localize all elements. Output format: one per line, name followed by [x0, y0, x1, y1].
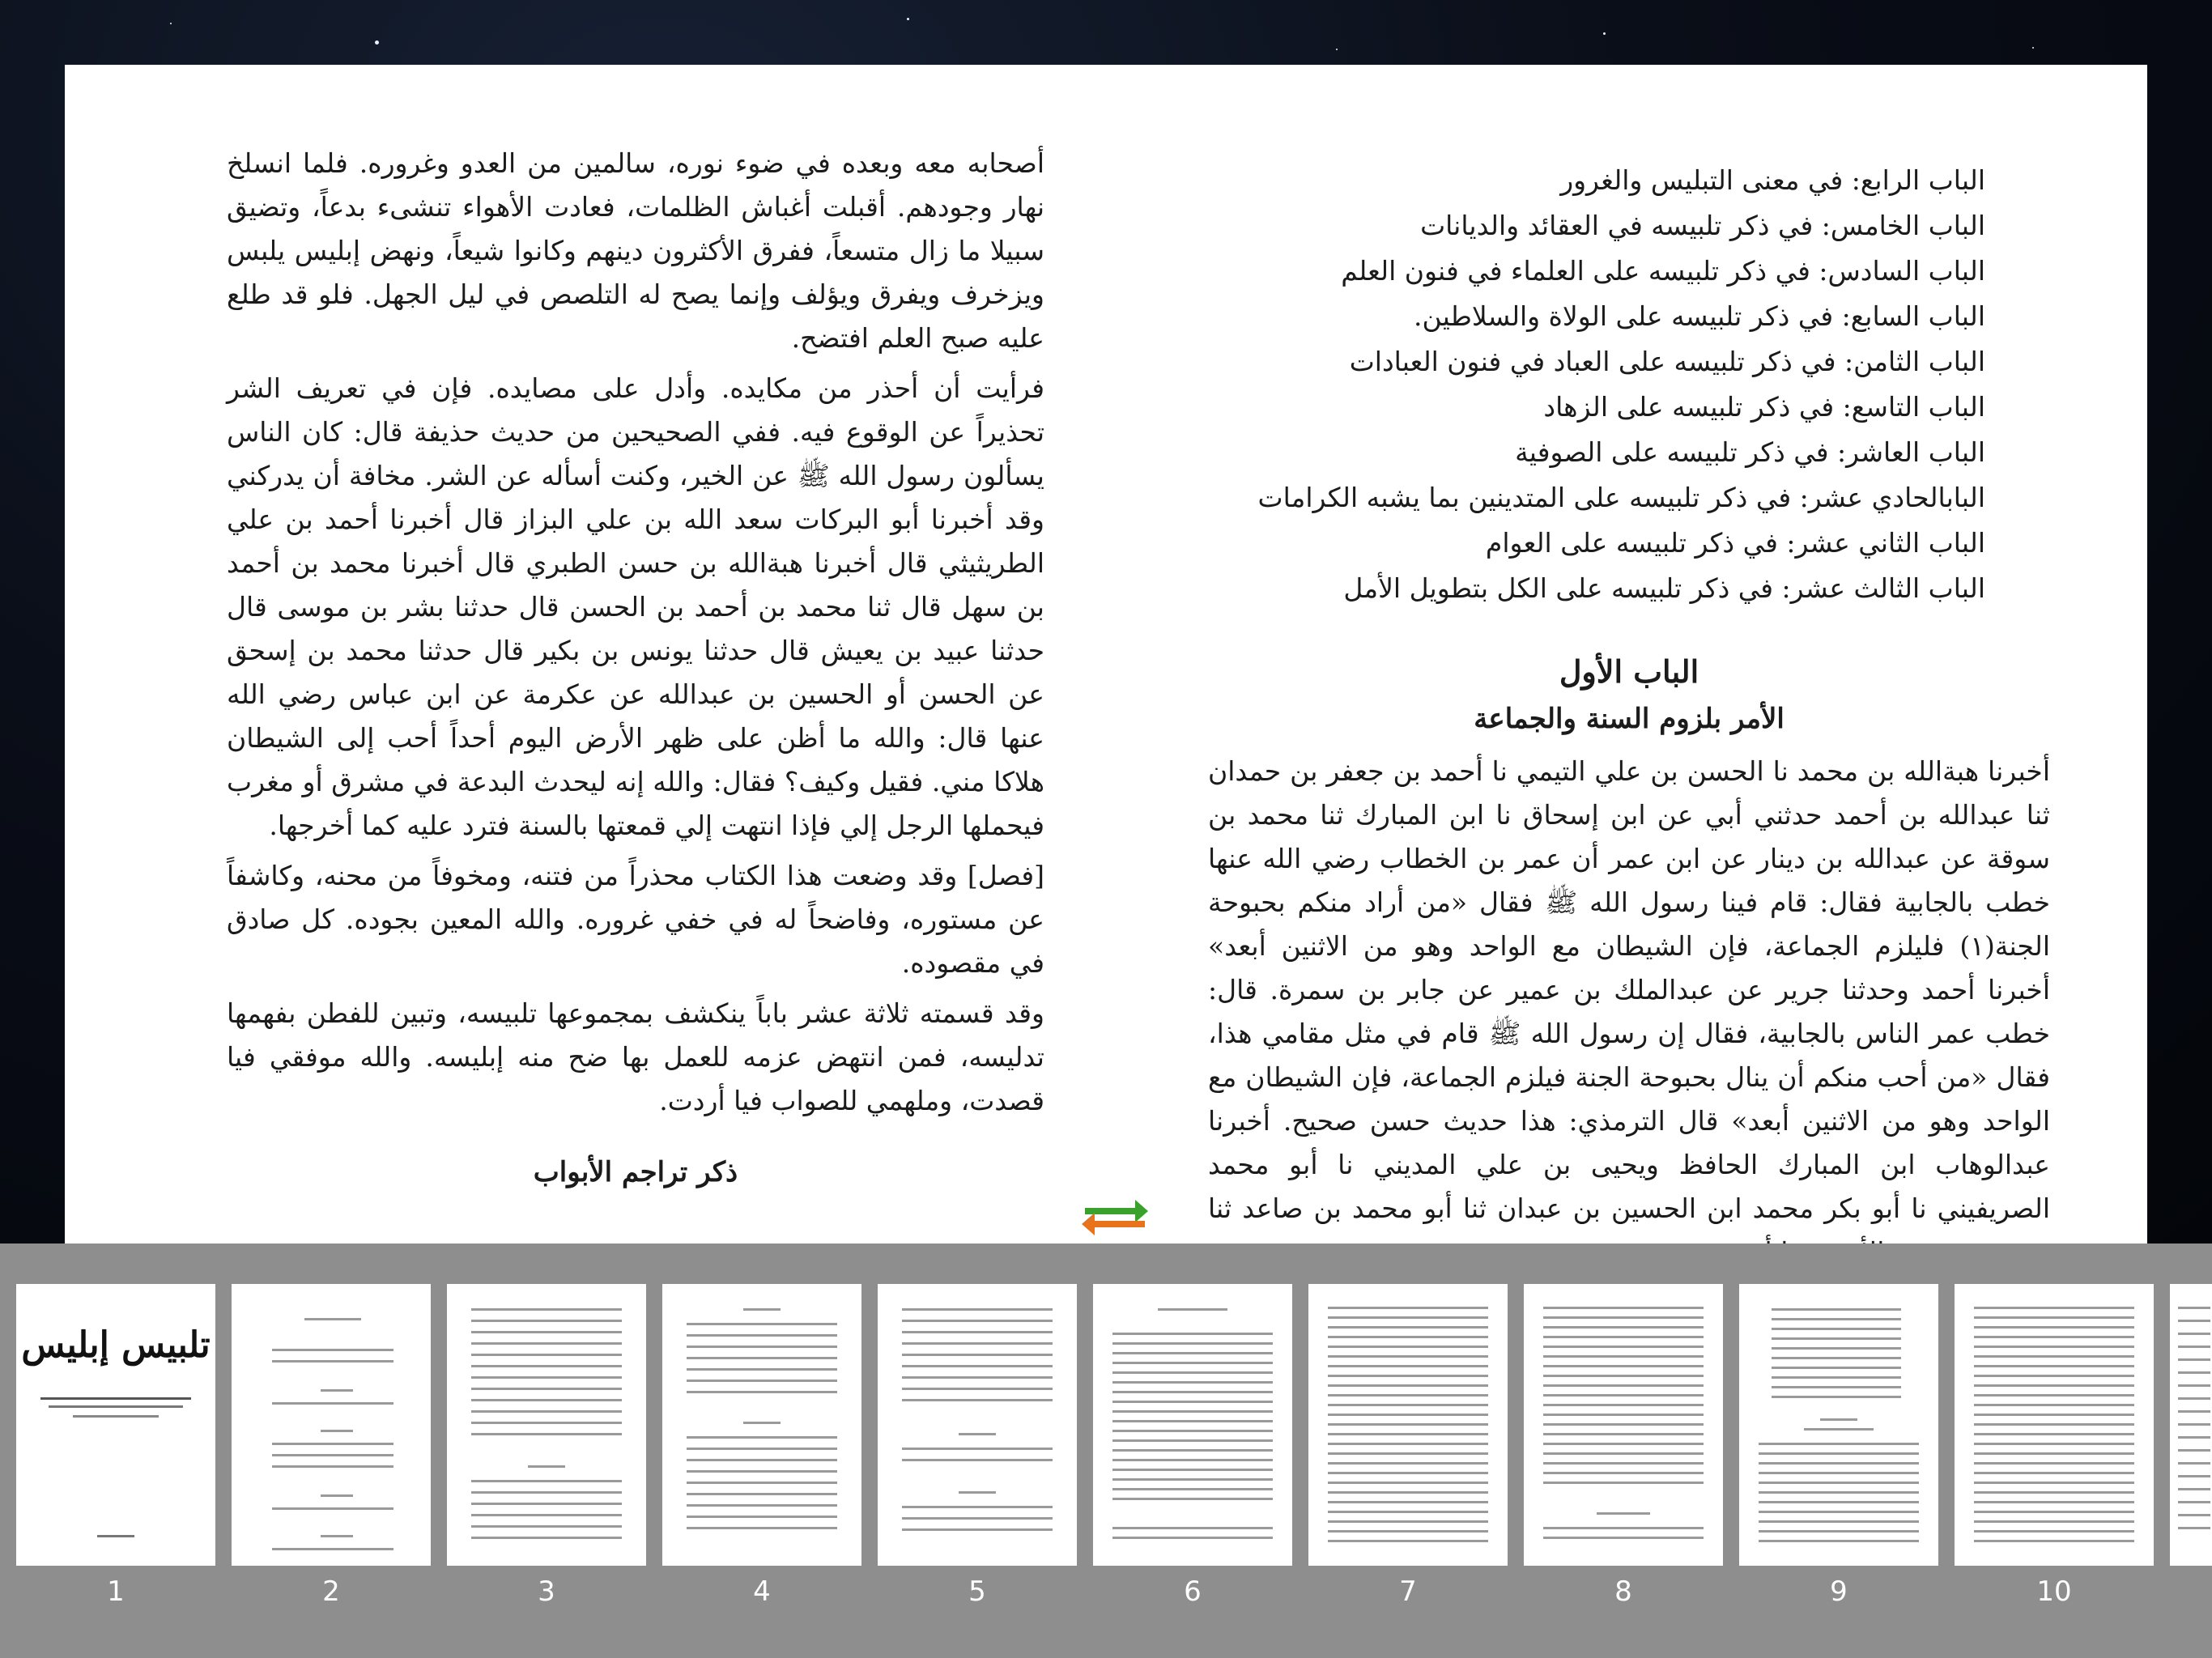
thumbnail-page-5[interactable]: [878, 1284, 1077, 1566]
right-page[interactable]: الباب الرابع: في معنى التبليس والغرور ال…: [1111, 65, 2147, 1244]
thumbnail-page-1[interactable]: تلبيس إبليس: [16, 1284, 215, 1566]
chapter-subtitle: الأمر بلزوم السنة والجماعة: [1474, 703, 1784, 735]
toc-entry: الباب التاسع: في ذكر تلبيسه على الزهاد: [1543, 391, 1985, 423]
thumbnail-number: 10: [2036, 1575, 2072, 1608]
thumbnail-number: 7: [1399, 1575, 1417, 1608]
thumbnail-page-partial[interactable]: [2170, 1284, 2212, 1566]
paragraph: أصحابه معه وبعده في ضوء نوره، سالمين من …: [227, 147, 1044, 354]
toc-entry: الباب الخامس: في ذكر تلبيسه في العقائد و…: [1420, 210, 1985, 241]
toc-entry: الباب الثالث عشر: في ذكر تلبيسه على الكل…: [1343, 572, 1985, 604]
section-heading: ذكر تراجم الأبواب: [533, 1156, 738, 1188]
paragraph: فرأيت أن أحذر من مكايده. وأدل على مصايده…: [227, 372, 1044, 841]
toc-entry: البابالحادي عشر: في ذكر تلبيسه على المتد…: [1257, 482, 1985, 513]
star: [907, 18, 909, 20]
paragraph: أخبرنا هبةالله بن محمد نا الحسن بن علي ا…: [1208, 755, 2050, 1244]
thumbnail-page-6[interactable]: [1093, 1284, 1292, 1566]
star: [1603, 32, 1606, 35]
thumbnail-number: 2: [322, 1575, 340, 1608]
thumbnail-number: 5: [968, 1575, 986, 1608]
star: [170, 23, 172, 24]
thumbnail-number: 6: [1184, 1575, 1202, 1608]
thumbnail-number: 8: [1614, 1575, 1632, 1608]
thumbnail-number: 9: [1830, 1575, 1848, 1608]
thumbnail-cover-title: تلبيس إبليس: [21, 1324, 211, 1366]
thumbnail-page-4[interactable]: [662, 1284, 861, 1566]
toc-entry: الباب الرابع: في معنى التبليس والغرور: [1560, 164, 1985, 196]
toc-entry: الباب الثاني عشر: في ذكر تلبيسه على العو…: [1485, 527, 1985, 559]
toc-entry: الباب العاشر: في ذكر تلبيسه على الصوفية: [1515, 436, 1985, 468]
book-reader[interactable]: أصحابه معه وبعده في ضوء نوره، سالمين من …: [65, 65, 2147, 1244]
thumbnail-page-7[interactable]: [1308, 1284, 1508, 1566]
thumbnail-page-10[interactable]: [1955, 1284, 2154, 1566]
thumbnail-page-2[interactable]: [232, 1284, 431, 1566]
toc-entry: الباب السادس: في ذكر تلبيسه على العلماء …: [1341, 255, 1985, 287]
paragraph: وقد قسمته ثلاثة عشر باباً ينكشف بمجموعها…: [227, 997, 1044, 1116]
thumbnail-page-8[interactable]: [1524, 1284, 1723, 1566]
thumbnail-page-9[interactable]: [1739, 1284, 1938, 1566]
star: [375, 40, 379, 45]
thumbnail-page-3[interactable]: [447, 1284, 646, 1566]
thumbnail-number: 3: [538, 1575, 555, 1608]
toc-entry: الباب الثامن: في ذكر تلبيسه على العباد ف…: [1349, 346, 1985, 377]
chapter-title: الباب الأول: [1559, 653, 1699, 690]
left-page[interactable]: أصحابه معه وبعده في ضوء نوره، سالمين من …: [65, 65, 1111, 1244]
table-of-contents: الباب الرابع: في معنى التبليس والغرور ال…: [1257, 158, 1985, 611]
thumbnail-number: 4: [753, 1575, 771, 1608]
paragraph: [فصل] وقد وضعت هذا الكتاب محذراً من فتنه…: [227, 860, 1044, 979]
thumbnail-number: 1: [107, 1575, 125, 1608]
star: [2032, 47, 2034, 49]
toc-entry: الباب السابع: في ذكر تلبيسه على الولاة و…: [1414, 300, 1985, 332]
thumbnail-strip[interactable]: تلبيس إبليس 1 2 3 4 5 6 7 8 9 10: [0, 1244, 2212, 1658]
swap-arrows-icon[interactable]: [1078, 1190, 1151, 1239]
star: [1336, 49, 1338, 50]
